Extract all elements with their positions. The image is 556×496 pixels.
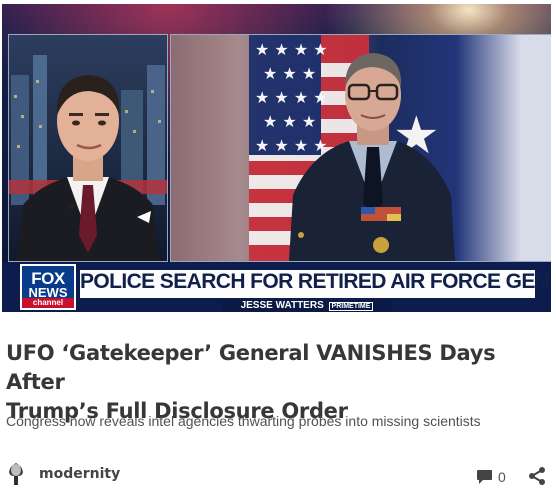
host-video-panel — [8, 34, 168, 262]
guest-photo-panel: ★ ★ ★ ★ ★ ★ ★ ★ ★ ★ ★ ★ ★ ★ ★ ★ ★ ★ ★ — [170, 34, 551, 262]
video-thumbnail[interactable]: ★ ★ ★ ★ ★ ★ ★ ★ ★ ★ ★ ★ ★ ★ ★ ★ ★ ★ ★ FO… — [2, 4, 551, 312]
svg-text:★ ★ ★ ★: ★ ★ ★ ★ — [255, 88, 328, 107]
show-name: JESSE WATTERS — [240, 300, 324, 311]
host-image — [9, 35, 167, 261]
article-title-line1: UFO ‘Gatekeeper’ General VANISHES Days A… — [6, 341, 496, 394]
show-tag: PRIMETIME — [328, 302, 374, 311]
author-avatar[interactable] — [6, 462, 26, 486]
general-image: ★ ★ ★ ★ ★ ★ ★ ★ ★ ★ ★ ★ ★ ★ ★ ★ ★ ★ ★ — [249, 35, 455, 261]
share-button[interactable] — [528, 466, 546, 486]
share-icon — [529, 467, 545, 485]
article-subtitle: Congress now reveals intel agencies thwa… — [6, 413, 481, 429]
fox-news-logo: FOX NEWS channel — [20, 264, 76, 310]
svg-text:★ ★ ★: ★ ★ ★ — [263, 64, 316, 83]
video-headline: POLICE SEARCH FOR RETIRED AIR FORCE GENE… — [80, 270, 551, 293]
svg-text:★ ★ ★ ★: ★ ★ ★ ★ — [255, 136, 328, 155]
comments-button[interactable]: 0 — [476, 467, 506, 487]
comment-count: 0 — [498, 469, 506, 485]
headline-bar: POLICE SEARCH FOR RETIRED AIR FORCE GENE… — [80, 270, 551, 298]
svg-text:★ ★ ★ ★: ★ ★ ★ ★ — [255, 40, 328, 59]
logo-channel-text: channel — [22, 298, 74, 308]
svg-text:★ ★ ★: ★ ★ ★ — [263, 112, 316, 131]
author-name[interactable]: modernity — [39, 465, 120, 483]
show-name-bar: JESSE WATTERS PRIMETIME — [222, 300, 392, 312]
avatar-icon — [9, 463, 23, 485]
comment-icon — [477, 470, 492, 484]
